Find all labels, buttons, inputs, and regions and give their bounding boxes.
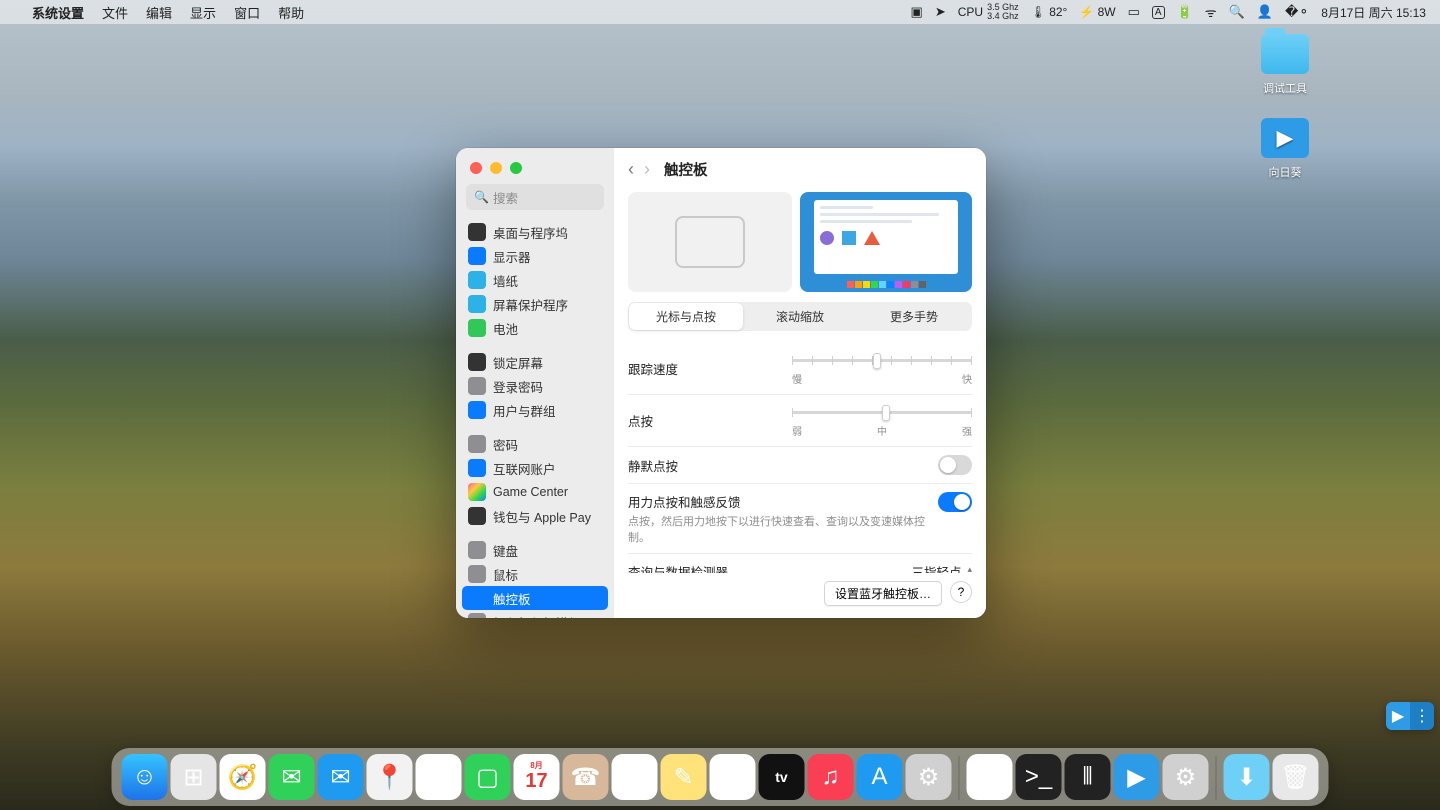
row-click-strength: 点按 弱中强 <box>628 395 972 447</box>
dock-sunflower[interactable]: ▶ <box>1114 754 1160 800</box>
dock-messages[interactable]: ✉ <box>269 754 315 800</box>
tracking-slider[interactable] <box>792 351 972 369</box>
row-tracking-speed: 跟踪速度 慢快 <box>628 343 972 395</box>
menu-help[interactable]: 帮助 <box>278 3 304 22</box>
row-lookup: 查询与数据检测器 三指轻点 ▴▾ <box>628 554 972 573</box>
nav-forward: › <box>644 159 650 180</box>
nav-back[interactable]: ‹ <box>628 159 634 180</box>
click-slider[interactable] <box>792 403 972 421</box>
menu-view[interactable]: 显示 <box>190 3 216 22</box>
help-button[interactable]: ? <box>950 581 972 603</box>
desktop-folder-debug[interactable]: 调试工具 <box>1250 34 1320 96</box>
dock-mail[interactable]: ✉ <box>318 754 364 800</box>
sidebar-item[interactable]: Game Center <box>462 480 608 504</box>
silent-click-toggle[interactable] <box>938 455 972 475</box>
menubar: 系统设置 文件 编辑 显示 窗口 帮助 ▣ ➤ CPU 3.5 Ghz 3.4 … <box>0 0 1440 24</box>
user-icon[interactable]: 👤 <box>1257 4 1273 20</box>
force-click-toggle[interactable] <box>938 492 972 512</box>
dock-gear[interactable]: ⚙ <box>1163 754 1209 800</box>
tab-point-click[interactable]: 光标与点按 <box>629 303 743 330</box>
gesture-preview <box>800 192 972 292</box>
sidebar-item[interactable]: 钱包与 Apple Pay <box>462 504 608 528</box>
dock-appstore[interactable]: A <box>857 754 903 800</box>
dock-terminal[interactable]: >_ <box>1016 754 1062 800</box>
dock-launchpad[interactable]: ⊞ <box>171 754 217 800</box>
search-input[interactable]: 🔍 搜索 <box>466 184 604 210</box>
sidebar-item[interactable]: 触控板 <box>462 586 608 610</box>
dock-facetime[interactable]: ▢ <box>465 754 511 800</box>
dock-finder[interactable]: ☺ <box>122 754 168 800</box>
content-pane: ‹ › 触控板 <box>614 148 986 618</box>
dock-stats[interactable]: ⫴ <box>1065 754 1111 800</box>
power-meter[interactable]: ⚡ 8W <box>1079 5 1115 19</box>
row-force-click: 用力点按和触感反馈 点按，然后用力地按下以进行快速查看、查询以及变速媒体控制。 <box>628 484 972 554</box>
screenrec-icon[interactable]: ▣ <box>911 4 923 20</box>
sidebar-item[interactable]: 显示器 <box>462 244 608 268</box>
sidebar-item[interactable]: 墙纸 <box>462 268 608 292</box>
dock-freeform[interactable]: 〰 <box>710 754 756 800</box>
sidebar-item[interactable]: 用户与群组 <box>462 398 608 422</box>
sidebar-item[interactable]: 打印机与扫描仪 <box>462 610 608 618</box>
sunflower-icon: ▶ <box>1261 118 1309 158</box>
sidebar-item[interactable]: 屏幕保护程序 <box>462 292 608 316</box>
stage-icon[interactable]: ▭ <box>1128 4 1140 20</box>
temp-meter[interactable]: 🌡 82° <box>1031 5 1068 19</box>
tab-more-gestures[interactable]: 更多手势 <box>857 303 971 330</box>
search-icon: 🔍 <box>474 190 489 204</box>
dock-calendar[interactable]: 8月17 <box>514 754 560 800</box>
battery-icon[interactable]: 🔋 <box>1177 4 1193 20</box>
sidebar-item[interactable]: 密码 <box>462 432 608 456</box>
desktop-app-sunflower[interactable]: ▶ 向日葵 <box>1250 118 1320 180</box>
menu-window[interactable]: 窗口 <box>234 3 260 22</box>
dock: ☺⊞🧭✉✉📍❀▢8月17☎☰✎〰tv♫A⚙⌘>_⫴▶⚙⬇🗑 <box>112 748 1329 806</box>
cpu-meter[interactable]: CPU 3.5 Ghz 3.4 Ghz <box>958 3 1019 21</box>
dock-trash[interactable]: 🗑 <box>1273 754 1319 800</box>
dock-diag[interactable]: ⌘ <box>967 754 1013 800</box>
dock-settings[interactable]: ⚙ <box>906 754 952 800</box>
app-menu[interactable]: 系统设置 <box>32 3 84 22</box>
minimize-button[interactable] <box>490 162 502 174</box>
tab-scroll-zoom[interactable]: 滚动缩放 <box>743 303 857 330</box>
dock-music[interactable]: ♫ <box>808 754 854 800</box>
menu-edit[interactable]: 编辑 <box>146 3 172 22</box>
arrow-icon[interactable]: ➤ <box>935 4 946 20</box>
sidebar-item[interactable]: 登录密码 <box>462 374 608 398</box>
dock-safari[interactable]: 🧭 <box>220 754 266 800</box>
lookup-select[interactable]: 三指轻点 ▴▾ <box>911 562 972 573</box>
wifi-icon[interactable]: ᯤ <box>1205 3 1217 21</box>
page-title: 触控板 <box>664 159 708 180</box>
dock-reminders[interactable]: ☰ <box>612 754 658 800</box>
sidebar-item[interactable]: 互联网账户 <box>462 456 608 480</box>
sidebar-item[interactable]: 键盘 <box>462 538 608 562</box>
menu-file[interactable]: 文件 <box>102 3 128 22</box>
sidebar-item[interactable]: 桌面与程序坞 <box>462 220 608 244</box>
input-icon[interactable]: A <box>1152 6 1165 19</box>
sidebar-item[interactable]: 鼠标 <box>462 562 608 586</box>
control-center-icon[interactable]: �⚬ <box>1285 4 1309 20</box>
window-controls <box>456 148 614 184</box>
clock[interactable]: 8月17日 周六 15:13 <box>1321 4 1426 21</box>
dock-contacts[interactable]: ☎ <box>563 754 609 800</box>
close-button[interactable] <box>470 162 482 174</box>
row-silent-click: 静默点按 <box>628 447 972 484</box>
zoom-button[interactable] <box>510 162 522 174</box>
dock-notes[interactable]: ✎ <box>661 754 707 800</box>
sidebar: 🔍 搜索 桌面与程序坞显示器墙纸屏幕保护程序电池锁定屏幕登录密码用户与群组密码互… <box>456 148 614 618</box>
remote-widget[interactable]: ▶⋮ <box>1386 702 1434 730</box>
dock-downloads[interactable]: ⬇ <box>1224 754 1270 800</box>
search-icon[interactable]: 🔍 <box>1229 4 1245 20</box>
dock-photos[interactable]: ❀ <box>416 754 462 800</box>
sidebar-item[interactable]: 电池 <box>462 316 608 340</box>
dock-maps[interactable]: 📍 <box>367 754 413 800</box>
bluetooth-trackpad-button[interactable]: 设置蓝牙触控板… <box>824 581 942 606</box>
tabs: 光标与点按 滚动缩放 更多手势 <box>628 302 972 331</box>
sidebar-item[interactable]: 锁定屏幕 <box>462 350 608 374</box>
dock-tv[interactable]: tv <box>759 754 805 800</box>
settings-window: 🔍 搜索 桌面与程序坞显示器墙纸屏幕保护程序电池锁定屏幕登录密码用户与群组密码互… <box>456 148 986 618</box>
trackpad-preview <box>628 192 792 292</box>
